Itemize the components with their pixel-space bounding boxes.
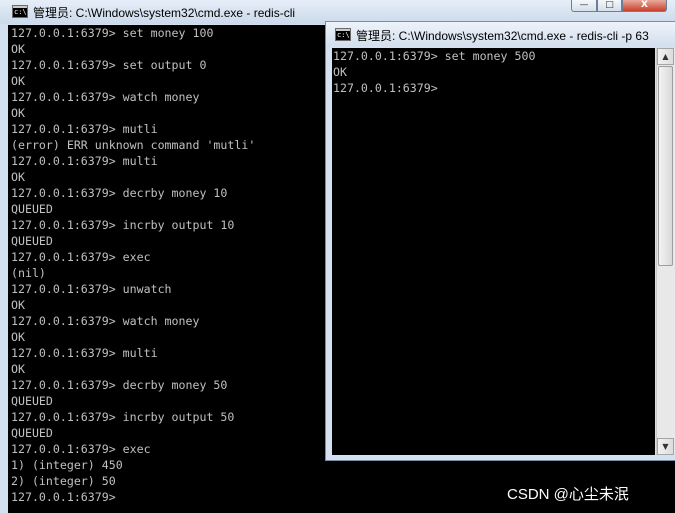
- close-button[interactable]: X: [622, 0, 667, 12]
- console-line: 127.0.0.1:6379> set money 500: [333, 49, 536, 63]
- minimize-button[interactable]: —: [571, 0, 597, 12]
- title-bar-right[interactable]: 管理员: C:\Windows\system32\cmd.exe - redis…: [326, 22, 675, 46]
- cmd-window-right: 管理员: C:\Windows\system32\cmd.exe - redis…: [325, 21, 675, 461]
- cmd-icon[interactable]: [335, 28, 351, 41]
- watermark-text: CSDN @心尘未泯: [507, 486, 629, 503]
- console-line: OK: [333, 65, 347, 79]
- scroll-down-button[interactable]: ▼: [657, 438, 674, 455]
- scroll-thumb[interactable]: [658, 66, 673, 266]
- maximize-button[interactable]: □: [597, 0, 622, 12]
- console-output-right[interactable]: 127.0.0.1:6379> set money 500 OK 127.0.0.1…: [332, 48, 655, 455]
- vertical-scrollbar[interactable]: ▲ ▼: [656, 48, 675, 455]
- cmd-icon[interactable]: [12, 5, 28, 18]
- console-line: 127.0.0.1:6379>: [333, 81, 438, 95]
- scroll-up-button[interactable]: ▲: [657, 48, 674, 65]
- window-title-right: 管理员: C:\Windows\system32\cmd.exe - redis…: [356, 29, 649, 43]
- window-title-left: 管理员: C:\Windows\system32\cmd.exe - redis…: [33, 6, 296, 20]
